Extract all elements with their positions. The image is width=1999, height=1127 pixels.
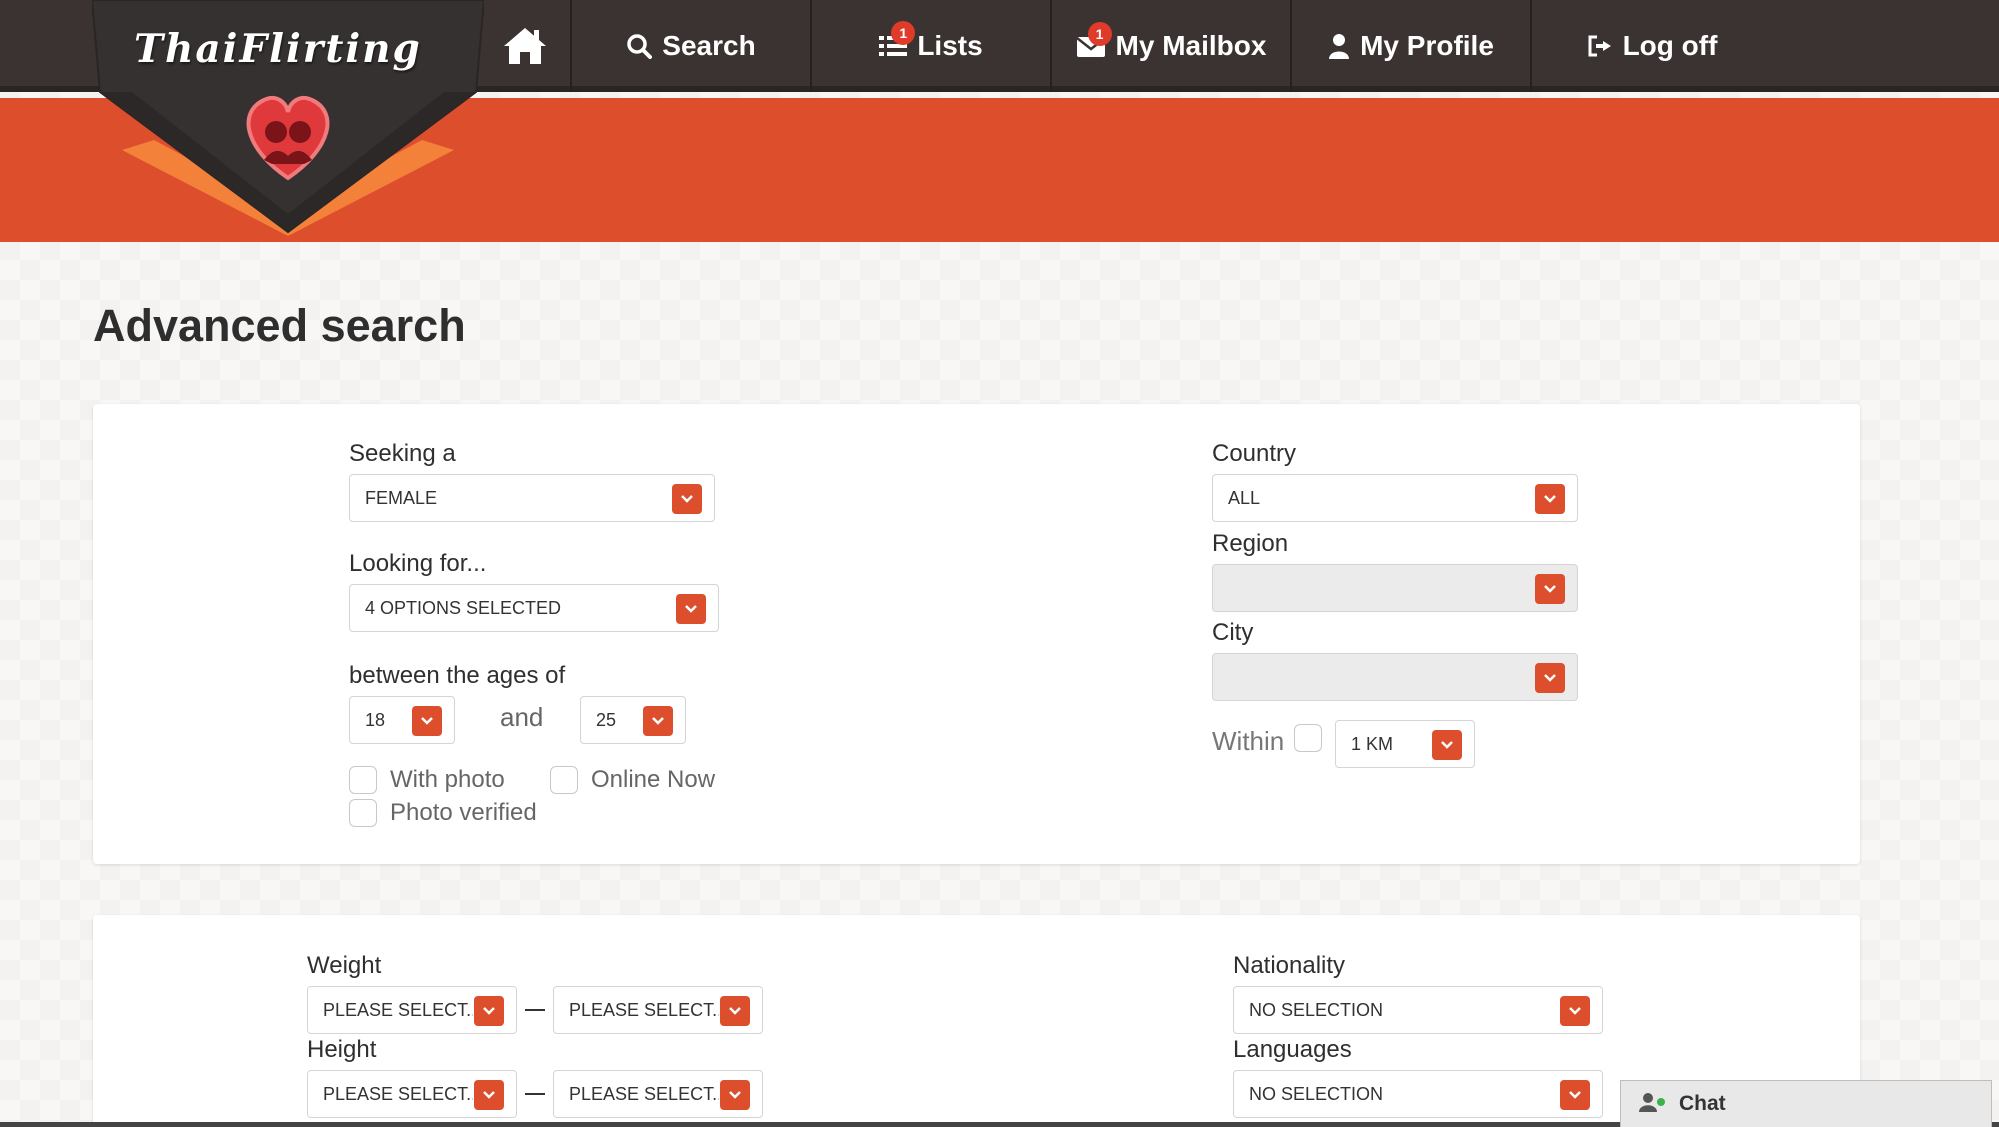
looking-for-label: Looking for... — [349, 550, 487, 577]
range-separator — [525, 1093, 545, 1095]
online-now-label: Online Now — [591, 766, 716, 793]
with-photo-label: With photo — [390, 766, 505, 793]
weight-label: Weight — [307, 952, 382, 979]
age-max-select[interactable]: 25 — [580, 696, 686, 744]
basic-search-panel: Seeking a FEMALE Looking for... 4 OPTION… — [93, 404, 1860, 864]
looking-for-select[interactable]: 4 OPTIONS SELECTED — [349, 584, 719, 632]
ages-label: between the ages of — [349, 662, 566, 689]
height-max-select[interactable]: PLEASE SELECT... — [553, 1070, 763, 1118]
main-navigation: Search 1 Lists 1 My Mailbox My Profile L… — [480, 0, 1772, 92]
age-max-value: 25 — [596, 709, 617, 730]
nationality-select[interactable]: NO SELECTION — [1233, 986, 1603, 1034]
nav-mailbox-label: My Mailbox — [1115, 30, 1267, 61]
languages-label: Languages — [1233, 1036, 1352, 1063]
seeking-value: FEMALE — [365, 487, 438, 508]
chat-widget[interactable]: Chat — [1620, 1080, 1992, 1127]
nav-home[interactable] — [480, 0, 572, 92]
chevron-down-icon — [720, 1080, 750, 1110]
seeking-select[interactable]: FEMALE — [349, 474, 715, 522]
nav-mailbox[interactable]: 1 My Mailbox — [1052, 0, 1292, 92]
home-icon — [504, 28, 546, 64]
height-min-value: PLEASE SELECT... — [323, 1083, 473, 1104]
online-now-checkbox[interactable] — [550, 766, 578, 794]
country-select[interactable]: ALL — [1212, 474, 1578, 522]
chat-label: Chat — [1679, 1092, 1726, 1115]
chevron-down-icon — [474, 1080, 504, 1110]
envelope-icon: 1 — [1075, 22, 1112, 58]
looking-for-value: 4 OPTIONS SELECTED — [365, 597, 562, 618]
photo-verified-checkbox[interactable] — [349, 799, 377, 827]
nav-search-label: Search — [662, 30, 756, 61]
page-title: Advanced search — [93, 300, 466, 351]
age-min-value: 18 — [365, 709, 386, 730]
region-label: Region — [1212, 530, 1289, 557]
height-max-value: PLEASE SELECT... — [569, 1083, 719, 1104]
country-label: Country — [1212, 440, 1297, 467]
chevron-down-icon — [672, 484, 702, 514]
mailbox-notification-badge: 1 — [1087, 22, 1112, 46]
weight-min-value: PLEASE SELECT... — [323, 999, 473, 1020]
nav-profile[interactable]: My Profile — [1292, 0, 1532, 92]
region-select[interactable] — [1212, 564, 1578, 612]
within-label: Within — [1212, 726, 1285, 756]
nationality-value: NO SELECTION — [1249, 999, 1384, 1020]
chevron-down-icon — [1535, 574, 1565, 604]
languages-select[interactable]: NO SELECTION — [1233, 1070, 1603, 1118]
within-distance-select[interactable]: 1 KM — [1335, 720, 1475, 768]
height-min-select[interactable]: PLEASE SELECT... — [307, 1070, 517, 1118]
height-label: Height — [307, 1036, 377, 1063]
chevron-down-icon — [412, 706, 442, 736]
weight-max-value: PLEASE SELECT... — [569, 999, 719, 1020]
nav-search[interactable]: Search — [572, 0, 812, 92]
chevron-down-icon — [1560, 996, 1590, 1026]
nav-logoff-label: Log off — [1622, 30, 1718, 61]
within-distance-value: 1 KM — [1351, 733, 1394, 754]
physical-attributes-panel: Weight PLEASE SELECT... PLEASE SELECT...… — [93, 915, 1860, 1127]
weight-min-select[interactable]: PLEASE SELECT... — [307, 986, 517, 1034]
lists-notification-badge: 1 — [891, 21, 916, 45]
chevron-down-icon — [1560, 1080, 1590, 1110]
logo-text: ThaiFlirting — [134, 26, 422, 72]
range-separator — [525, 1009, 545, 1011]
city-select[interactable] — [1212, 653, 1578, 701]
chevron-down-icon — [643, 706, 673, 736]
list-icon: 1 — [879, 21, 916, 59]
and-label: and — [500, 702, 544, 732]
nationality-label: Nationality — [1233, 952, 1346, 979]
chevron-down-icon — [1535, 484, 1565, 514]
languages-value: NO SELECTION — [1249, 1083, 1384, 1104]
chevron-down-icon — [720, 996, 750, 1026]
age-min-select[interactable]: 18 — [349, 696, 455, 744]
chevron-down-icon — [1432, 730, 1462, 760]
seeking-label: Seeking a — [349, 440, 456, 467]
country-value: ALL — [1228, 487, 1261, 508]
chevron-down-icon — [1535, 663, 1565, 693]
logout-icon — [1587, 34, 1613, 58]
user-icon — [1328, 33, 1350, 59]
with-photo-checkbox[interactable] — [349, 766, 377, 794]
nav-profile-label: My Profile — [1360, 30, 1494, 61]
within-checkbox[interactable] — [1294, 724, 1322, 752]
weight-max-select[interactable]: PLEASE SELECT... — [553, 986, 763, 1034]
nav-logoff[interactable]: Log off — [1532, 0, 1772, 92]
chevron-down-icon — [474, 996, 504, 1026]
city-label: City — [1212, 619, 1254, 646]
photo-verified-label: Photo verified — [390, 799, 537, 826]
nav-lists-label: Lists — [917, 30, 983, 61]
search-icon — [626, 33, 653, 59]
nav-lists[interactable]: 1 Lists — [812, 0, 1052, 92]
chat-users-icon — [1639, 1092, 1669, 1117]
chevron-down-icon — [676, 594, 706, 624]
